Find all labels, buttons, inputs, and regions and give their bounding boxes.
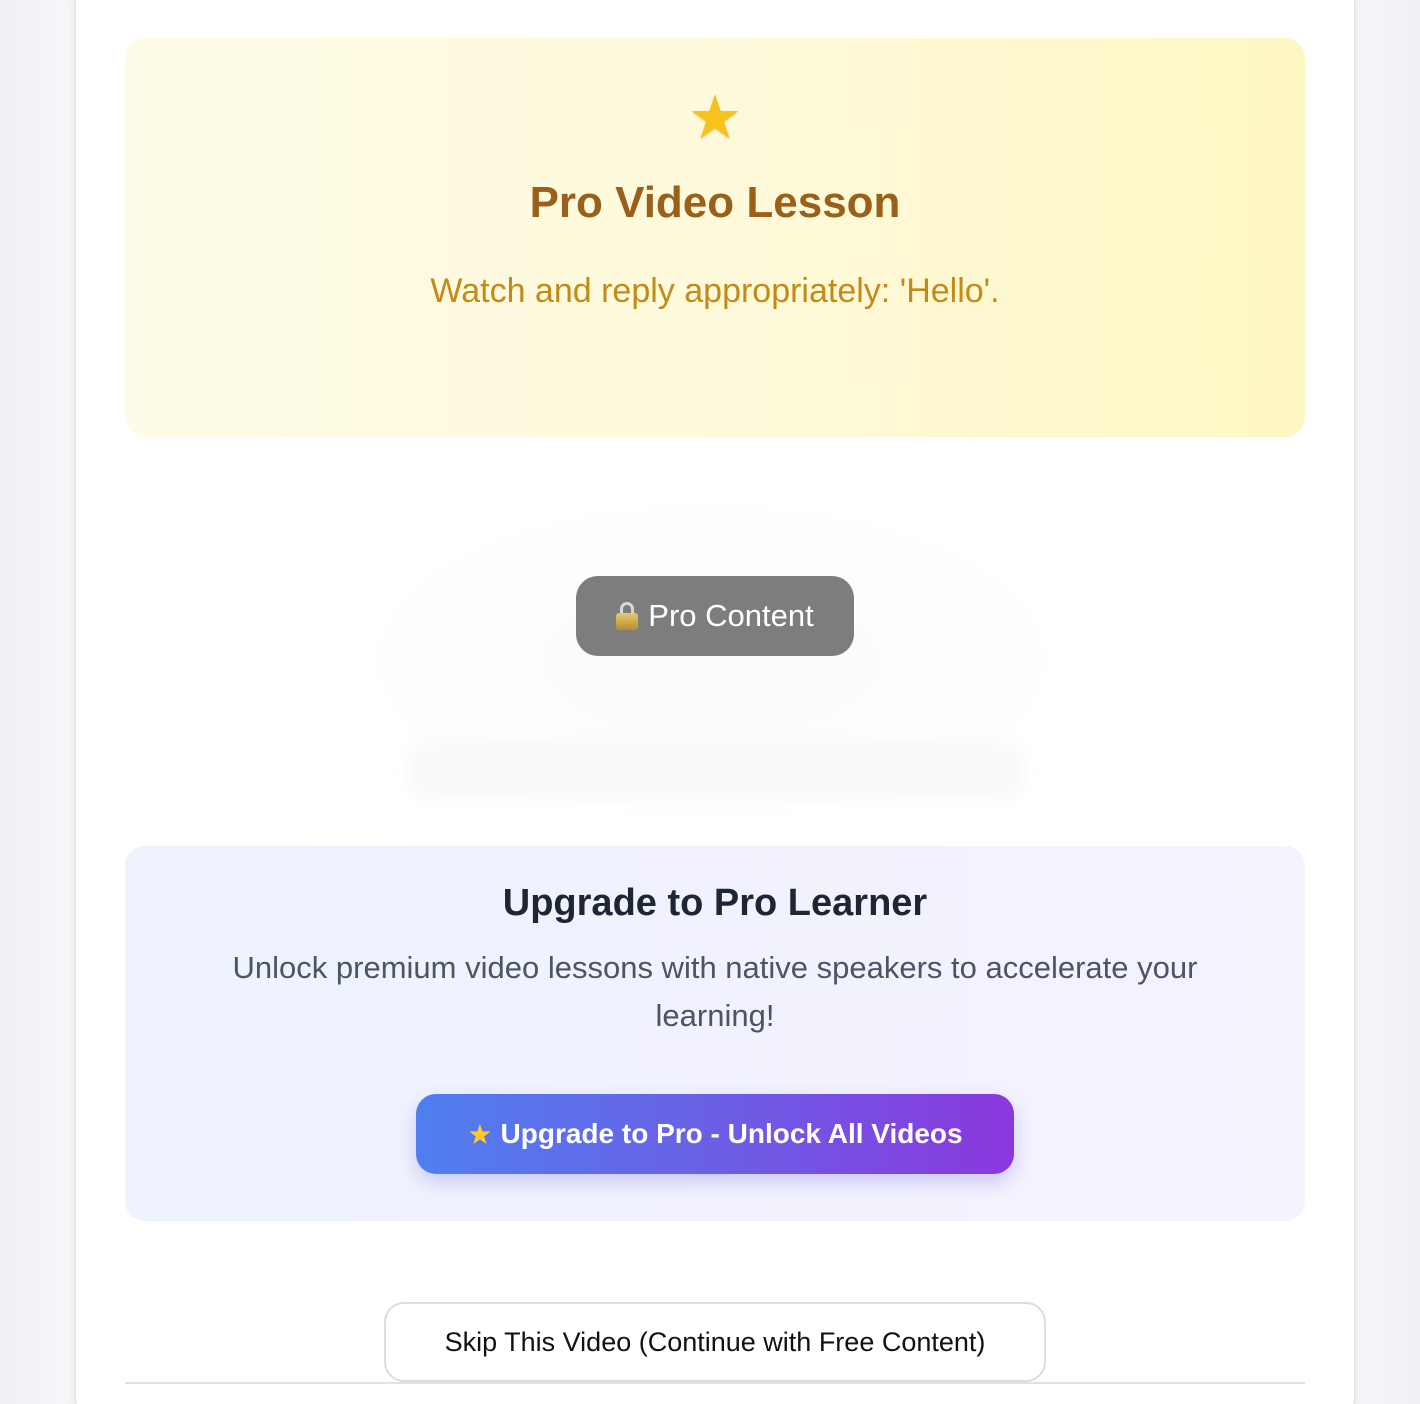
- divider: [125, 1382, 1305, 1384]
- pro-content-badge: Pro Content: [576, 576, 854, 656]
- video-controls-ghost: [406, 740, 1026, 800]
- lesson-title: Pro Video Lesson: [529, 178, 901, 227]
- skip-video-button[interactable]: Skip This Video (Continue with Free Cont…: [384, 1302, 1046, 1382]
- upgrade-title: Upgrade to Pro Learner: [502, 882, 928, 924]
- star-icon: ★: [688, 84, 742, 151]
- pro-lesson-banner: ★ Pro Video Lesson Watch and reply appro…: [125, 38, 1305, 437]
- upgrade-to-pro-button[interactable]: ★ Upgrade to Pro - Unlock All Videos: [416, 1094, 1014, 1174]
- upgrade-button-label: Upgrade to Pro - Unlock All Videos: [500, 1118, 963, 1149]
- pro-content-label: Pro Content: [648, 598, 814, 633]
- lesson-instruction: Watch and reply appropriately: 'Hello'.: [430, 272, 1000, 310]
- star-icon: ★: [467, 1118, 493, 1150]
- upgrade-description: Unlock premium video lessons with native…: [232, 950, 1198, 1033]
- lesson-card: ★ Pro Video Lesson Watch and reply appro…: [76, 0, 1354, 1404]
- locked-video-placeholder: Pro Content: [366, 500, 1056, 820]
- upgrade-panel: Upgrade to Pro Learner Unlock premium vi…: [125, 846, 1305, 1221]
- page: ★ Pro Video Lesson Watch and reply appro…: [0, 0, 1420, 1404]
- lock-icon: [616, 602, 639, 630]
